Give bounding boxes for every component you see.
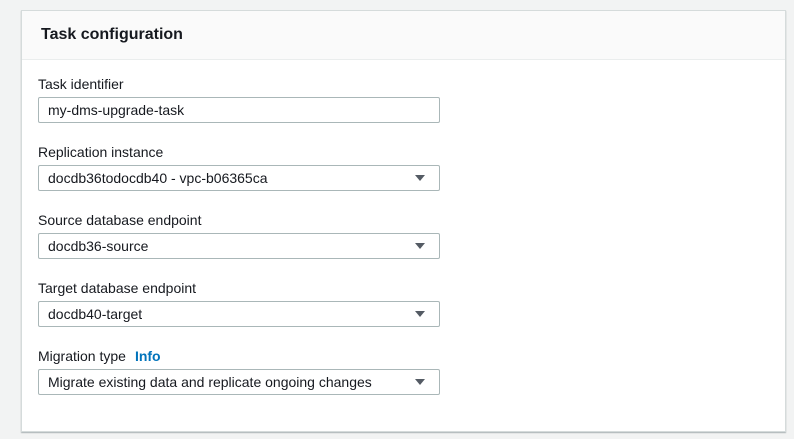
replication-instance-value: docdb36todocdb40 - vpc-b06365ca [48, 170, 268, 186]
migration-type-label: Migration type [38, 348, 126, 365]
field-task-identifier: Task identifier [38, 76, 785, 123]
migration-type-select[interactable]: Migrate existing data and replicate ongo… [38, 369, 440, 395]
panel-header: Task configuration [22, 11, 785, 60]
target-endpoint-select[interactable]: docdb40-target [38, 301, 440, 327]
target-endpoint-value: docdb40-target [48, 306, 142, 322]
field-label-row: Task identifier [38, 76, 785, 93]
source-endpoint-value: docdb36-source [48, 238, 148, 254]
field-label-row: Source database endpoint [38, 212, 785, 229]
field-label-row: Replication instance [38, 144, 785, 161]
field-label-row: Migration type Info [38, 348, 785, 365]
task-configuration-panel: Task configuration Task identifier Repli… [21, 10, 786, 432]
source-endpoint-label: Source database endpoint [38, 212, 201, 229]
dropdown-arrow-icon [415, 311, 425, 317]
info-link[interactable]: Info [135, 348, 161, 365]
task-identifier-label: Task identifier [38, 76, 124, 93]
replication-instance-select[interactable]: docdb36todocdb40 - vpc-b06365ca [38, 165, 440, 191]
replication-instance-label: Replication instance [38, 144, 163, 161]
task-identifier-input[interactable] [38, 97, 440, 123]
target-endpoint-label: Target database endpoint [38, 280, 196, 297]
field-target-endpoint: Target database endpoint docdb40-target [38, 280, 785, 327]
panel-title: Task configuration [41, 26, 183, 44]
migration-type-value: Migrate existing data and replicate ongo… [48, 374, 372, 390]
dropdown-arrow-icon [415, 243, 425, 249]
source-endpoint-select[interactable]: docdb36-source [38, 233, 440, 259]
field-source-endpoint: Source database endpoint docdb36-source [38, 212, 785, 259]
field-migration-type: Migration type Info Migrate existing dat… [38, 348, 785, 395]
panel-body: Task identifier Replication instance doc… [22, 60, 785, 395]
field-replication-instance: Replication instance docdb36todocdb40 - … [38, 144, 785, 191]
dropdown-arrow-icon [415, 379, 425, 385]
dropdown-arrow-icon [415, 175, 425, 181]
field-label-row: Target database endpoint [38, 280, 785, 297]
